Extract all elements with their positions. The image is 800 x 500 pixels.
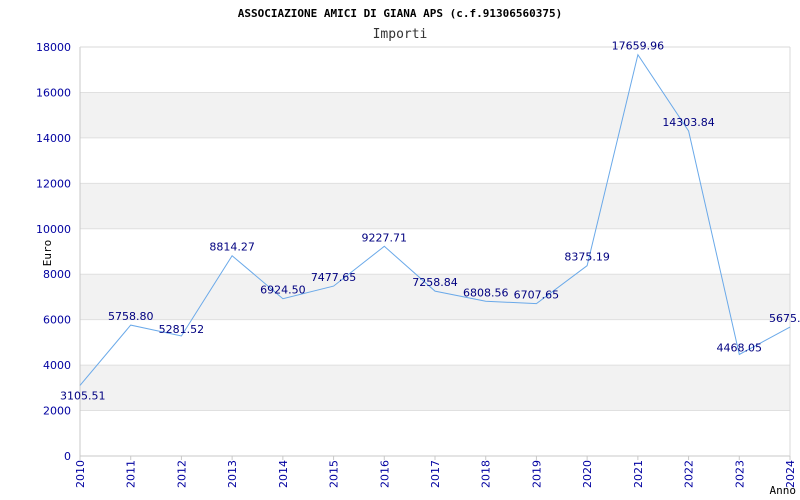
x-tick-label: 2013	[226, 460, 239, 488]
x-tick-label: 2012	[175, 460, 188, 488]
x-tick-label: 2018	[480, 460, 493, 488]
y-tick-label: 12000	[36, 177, 71, 190]
data-label: 9227.71	[362, 231, 408, 244]
data-label: 14303.84	[662, 116, 715, 129]
x-tick-label: 2021	[632, 460, 645, 488]
data-label: 8814.27	[209, 241, 255, 254]
data-label: 5281.52	[159, 323, 205, 336]
y-tick-label: 2000	[43, 405, 71, 418]
y-tick-label: 18000	[36, 41, 71, 54]
chart-title: ASSOCIAZIONE AMICI DI GIANA APS (c.f.913…	[238, 7, 563, 20]
data-label: 17659.96	[612, 40, 665, 53]
x-tick-label: 2016	[378, 460, 391, 488]
x-axis-label: Anno	[770, 484, 797, 497]
x-tick-label: 2022	[683, 460, 696, 488]
y-tick-label: 14000	[36, 132, 71, 145]
grid-band	[80, 183, 790, 229]
data-label: 4468.05	[717, 341, 763, 354]
data-label: 6808.56	[463, 286, 509, 299]
data-label: 7477.65	[311, 271, 357, 284]
chart: 0 2000 4000 6000 8000 10000 12000 14000 16000 180…	[36, 7, 800, 497]
x-tick-label: 2017	[429, 460, 442, 488]
grid-band	[80, 365, 790, 411]
x-tick-label: 2014	[277, 460, 290, 488]
y-tick-label: 4000	[43, 359, 71, 372]
data-label: 5758.80	[108, 310, 154, 323]
y-tick-label: 8000	[43, 268, 71, 281]
data-label: 8375.19	[564, 251, 610, 264]
chart-subtitle: Importi	[373, 27, 428, 42]
x-tick-label: 2015	[328, 460, 341, 488]
y-tick-label: 0	[64, 450, 71, 463]
grid-bands	[80, 92, 790, 411]
x-tick-label: 2023	[733, 460, 746, 488]
x-tick-labels: 2010 2011 2012 2013 2014 2015 2016 2017 2018 2019…	[74, 456, 797, 488]
x-tick-label: 2020	[581, 460, 594, 488]
data-label: 5675.0	[769, 312, 800, 325]
x-tick-label: 2011	[125, 460, 138, 488]
y-axis-label: Euro	[41, 240, 54, 267]
y-tick-label: 16000	[36, 86, 71, 99]
x-tick-label: 2019	[530, 460, 543, 488]
data-label: 6924.50	[260, 284, 306, 297]
x-tick-label: 2010	[74, 460, 87, 488]
y-tick-label: 10000	[36, 223, 71, 236]
data-label: 6707.65	[514, 289, 560, 302]
data-label: 7258.84	[412, 276, 458, 289]
data-label: 3105.51	[60, 389, 106, 402]
y-tick-label: 6000	[43, 314, 71, 327]
